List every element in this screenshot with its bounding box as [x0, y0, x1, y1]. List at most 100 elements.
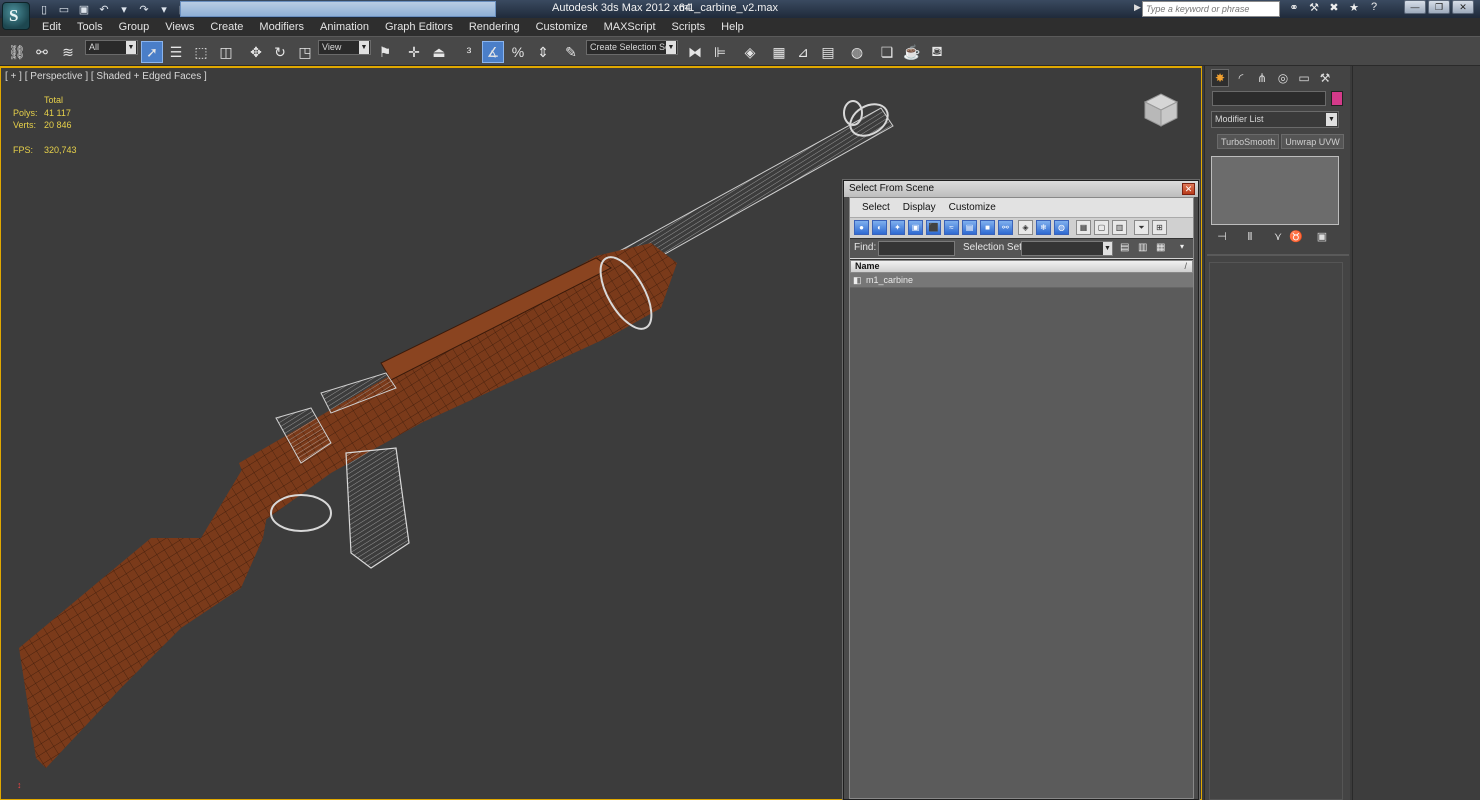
undo-icon[interactable]: ↶	[96, 1, 112, 17]
open-file-icon[interactable]: ▭	[56, 1, 72, 17]
angle-snap-icon[interactable]: ∡	[482, 41, 504, 63]
select-object-icon[interactable]: ➚	[141, 41, 163, 63]
restore-icon[interactable]: ❐	[1428, 0, 1450, 14]
layer-manager-icon[interactable]: ◈	[739, 41, 761, 63]
modify-tab-icon[interactable]: ◜	[1232, 69, 1250, 87]
utilities-tab-icon[interactable]: ⚒	[1316, 69, 1334, 87]
help-icon[interactable]: ?	[1366, 1, 1382, 17]
pin-stack-icon[interactable]: ⊣	[1215, 230, 1229, 244]
menu-item-customize[interactable]: Customize	[528, 18, 596, 36]
selection-set-dropdown[interactable]: ▼	[1021, 241, 1113, 256]
keyboard-shortcut-icon[interactable]: ⏏	[428, 41, 450, 63]
redo-icon[interactable]: ↷	[136, 1, 152, 17]
motion-tab-icon[interactable]: ◎	[1274, 69, 1292, 87]
window-crossing-icon[interactable]: ◫	[215, 41, 237, 63]
show-end-result-icon[interactable]: Ⅱ	[1243, 230, 1257, 244]
minimize-icon[interactable]: —	[1404, 0, 1426, 14]
search-input[interactable]: Type a keyword or phrase	[1142, 1, 1280, 17]
search-expand-icon[interactable]: ▶	[1134, 2, 1141, 13]
save-selection-set-icon[interactable]: ▤	[1120, 242, 1132, 255]
spacewarps-filter-icon[interactable]: ≈	[944, 220, 959, 235]
menu-item-group[interactable]: Group	[111, 18, 158, 36]
configure-modifier-sets-icon[interactable]: ▣	[1315, 230, 1329, 244]
rectangular-selection-icon[interactable]: ⬚	[190, 41, 212, 63]
dialog-menu-select[interactable]: Select	[856, 198, 897, 217]
modifier-list-dropdown[interactable]: Modifier List ▼	[1211, 111, 1339, 128]
mirror-icon[interactable]: ⧓	[684, 41, 706, 63]
edit-named-selection-icon[interactable]: ✎	[560, 41, 582, 63]
selection-filter-dropdown[interactable]: All ▼	[85, 40, 138, 55]
percent-snap-icon[interactable]: %	[507, 41, 529, 63]
modifier-stack[interactable]	[1211, 156, 1339, 225]
dialog-title-bar[interactable]: Select From Scene ✕	[844, 181, 1198, 197]
dialog-close-icon[interactable]: ✕	[1182, 183, 1195, 195]
menu-item-help[interactable]: Help	[713, 18, 752, 36]
display-all-icon[interactable]: ▦	[1076, 220, 1091, 235]
graphite-ribbon-icon[interactable]: ▦	[768, 41, 790, 63]
viewport-label[interactable]: [ + ] [ Perspective ] [ Shaded + Edged F…	[5, 71, 207, 82]
align-icon[interactable]: ⊫	[709, 41, 731, 63]
cameras-filter-icon[interactable]: ▣	[908, 220, 923, 235]
select-and-link-icon[interactable]: ⛓	[6, 41, 28, 63]
list-column-header[interactable]: Name /	[850, 260, 1193, 273]
menu-item-animation[interactable]: Animation	[312, 18, 377, 36]
redo-dropdown-icon[interactable]: ▾	[156, 1, 172, 17]
undo-dropdown-icon[interactable]: ▾	[116, 1, 132, 17]
select-and-scale-icon[interactable]: ◳	[294, 41, 316, 63]
bind-space-warp-icon[interactable]: ≋	[57, 41, 79, 63]
select-by-name-icon[interactable]: ☰	[165, 41, 187, 63]
xrefs-filter-icon[interactable]: ■	[980, 220, 995, 235]
menu-item-edit[interactable]: Edit	[34, 18, 69, 36]
spinner-snap-icon[interactable]: ⇕	[532, 41, 554, 63]
find-input[interactable]	[878, 241, 955, 256]
display-invert-icon[interactable]: ▥	[1112, 220, 1127, 235]
hidden-filter-icon[interactable]: ◍	[1054, 220, 1069, 235]
viewcube-icon[interactable]	[1141, 92, 1181, 128]
binoculars-icon[interactable]: ⚭	[1286, 1, 1302, 17]
menu-item-maxscript[interactable]: MAXScript	[596, 18, 664, 36]
select-and-rotate-icon[interactable]: ↻	[269, 41, 291, 63]
containers-filter-icon[interactable]: ◈	[1018, 220, 1033, 235]
menu-item-views[interactable]: Views	[157, 18, 202, 36]
more-options-icon[interactable]: ▾	[1180, 242, 1192, 255]
subscription-icon[interactable]: ⚒	[1306, 1, 1322, 17]
turbosmooth-button[interactable]: TurboSmooth	[1217, 134, 1280, 149]
snaps-toggle-icon[interactable]: ³	[458, 41, 480, 63]
application-button[interactable]: S	[2, 2, 30, 30]
pivot-center-icon[interactable]: ⚑	[374, 41, 396, 63]
menu-item-scripts[interactable]: Scripts	[664, 18, 714, 36]
select-and-move-icon[interactable]: ✥	[245, 41, 267, 63]
bones-filter-icon[interactable]: ⚯	[998, 220, 1013, 235]
menu-item-tools[interactable]: Tools	[69, 18, 111, 36]
filter-icon[interactable]: ⏷	[1134, 220, 1149, 235]
geometry-filter-icon[interactable]: ●	[854, 220, 869, 235]
material-editor-icon[interactable]: ◍	[846, 41, 868, 63]
save-file-icon[interactable]: ▣	[76, 1, 92, 17]
unwrap-uvw-button[interactable]: Unwrap UVW	[1281, 134, 1344, 149]
shapes-filter-icon[interactable]: ◐	[872, 220, 887, 235]
unlink-icon[interactable]: ⚯	[31, 41, 53, 63]
menu-item-modifiers[interactable]: Modifiers	[251, 18, 312, 36]
frozen-filter-icon[interactable]: ❄	[1036, 220, 1051, 235]
filter-options-icon[interactable]: ⊞	[1152, 220, 1167, 235]
curve-editor-icon[interactable]: ⊿	[792, 41, 814, 63]
remove-selection-set-icon[interactable]: ▦	[1156, 242, 1168, 255]
favorites-icon[interactable]: ★	[1346, 1, 1362, 17]
render-production-icon[interactable]: ⛾	[926, 41, 948, 63]
close-icon[interactable]: ✕	[1452, 0, 1474, 14]
dialog-menu-display[interactable]: Display	[897, 198, 943, 217]
helpers-filter-icon[interactable]: ⬛	[926, 220, 941, 235]
menu-item-graph-editors[interactable]: Graph Editors	[377, 18, 461, 36]
reference-coordinate-dropdown[interactable]: View ▼	[318, 40, 371, 55]
communication-icon[interactable]: ✖	[1326, 1, 1342, 17]
dialog-menu-customize[interactable]: Customize	[943, 198, 1003, 217]
display-none-icon[interactable]: ▢	[1094, 220, 1109, 235]
menu-item-rendering[interactable]: Rendering	[461, 18, 528, 36]
list-item[interactable]: ◧ m1_carbine	[850, 273, 1193, 288]
make-unique-icon[interactable]: ⋎	[1271, 230, 1285, 244]
object-name-field[interactable]	[1212, 91, 1326, 106]
create-tab-icon[interactable]: ✸	[1211, 69, 1229, 87]
manipulate-icon[interactable]: ✛	[403, 41, 425, 63]
render-setup-icon[interactable]: ❏	[876, 41, 898, 63]
display-tab-icon[interactable]: ▭	[1295, 69, 1313, 87]
